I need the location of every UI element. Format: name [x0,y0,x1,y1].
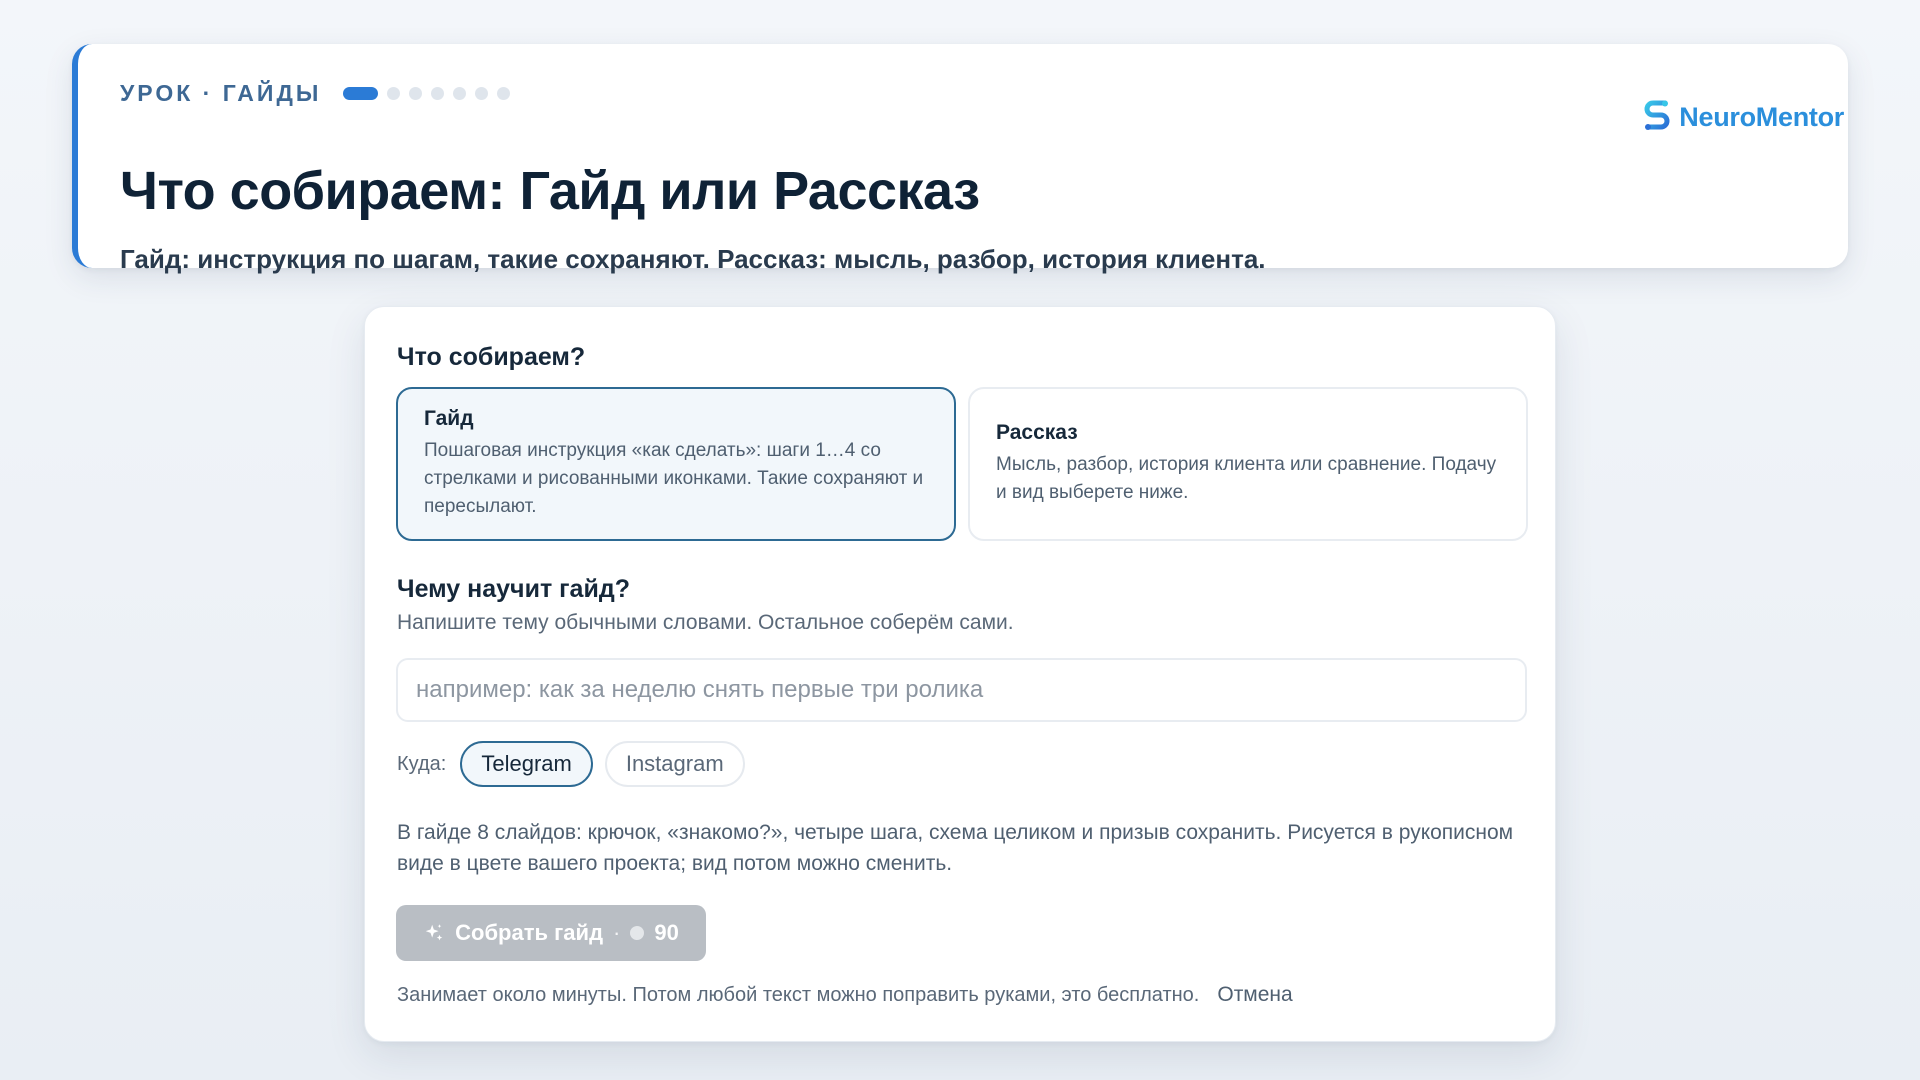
form-footer: Занимает около минуты. Потом любой текст… [397,983,1293,1007]
destination-telegram-chip[interactable]: Telegram [460,741,593,787]
cost-separator: · [613,920,621,945]
lesson-eyebrow: УРОК · ГАЙДЫ [120,79,322,106]
guide-format-description: В гайде 8 слайдов: крючок, «знакомо?», ч… [397,821,1514,875]
progress-dot [497,86,511,100]
guide-builder-card: Что собираем? Гайд Пошаговая инструкция … [364,306,1556,1042]
sparkle-icon [425,924,443,941]
destination-instagram-chip[interactable]: Instagram [604,741,745,787]
progress-dot [453,86,467,100]
destination-selector: Куда: Telegram Instagram [397,741,745,787]
option-guide-description: Пошаговая инструкция «как сделать»: шаги… [424,440,924,517]
option-guide[interactable]: Гайд Пошаговая инструкция «как сделать»:… [396,387,956,541]
coin-icon [630,926,645,940]
page-subtitle: Гайд: инструкция по шагам, такие сохраня… [120,244,1266,274]
lesson-progress [343,86,511,100]
option-story-title: Рассказ [996,421,1078,444]
progress-dot [475,86,489,100]
brand-logo-text: NeuroMentor [1679,101,1844,132]
progress-dot [431,86,445,100]
build-guide-button[interactable]: Собрать гайд · 90 [396,905,706,961]
page-title: Что собираем: Гайд или Рассказ [120,161,980,221]
option-story-description: Мысль, разбор, история клиента или сравн… [996,454,1497,503]
progress-dot [387,86,401,100]
brand-logo: NeuroMentor [1643,100,1844,134]
cancel-link[interactable]: Отмена [1217,983,1292,1007]
eyebrow-row: УРОК · ГАЙДЫ [120,76,511,110]
brand-logo-icon [1644,100,1670,130]
topic-input[interactable] [396,658,1527,722]
topic-hint: Напишите тему обычными словами. Остально… [397,611,1014,634]
destination-label: Куда: [397,752,447,775]
progress-dot [409,86,423,100]
duration-note: Занимает около минуты. Потом любой текст… [397,984,1200,1006]
lesson-header-card: УРОК · ГАЙДЫ Что собираем: Гайд или Расс… [72,44,1848,274]
option-story[interactable]: Рассказ Мысль, разбор, история клиента и… [968,387,1528,541]
content-type-question: Что собираем? [397,343,586,371]
progress-dot-active [343,86,379,100]
build-guide-label: Собрать гайд [455,920,604,945]
topic-question: Чему научит гайд? [397,575,630,603]
option-guide-title: Гайд [424,407,474,430]
build-guide-cost: 90 [654,920,679,945]
